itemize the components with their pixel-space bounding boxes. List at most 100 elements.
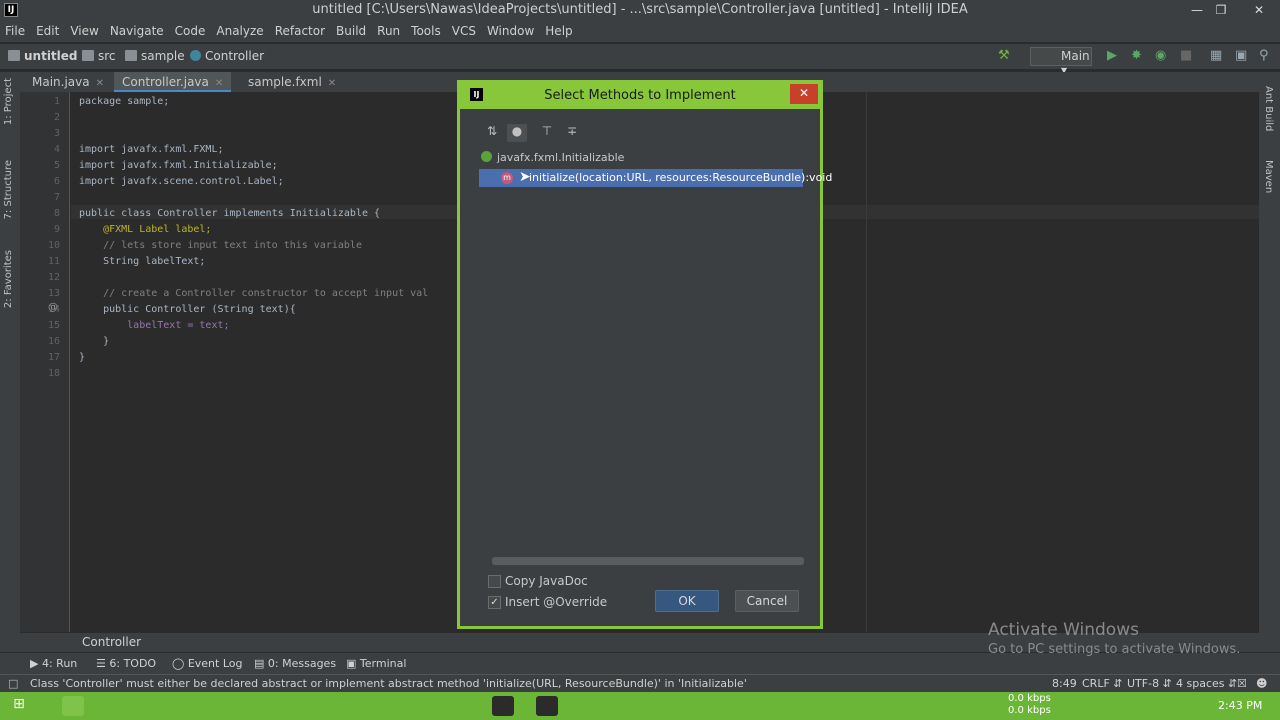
windows-start-icon[interactable]: ⊞ — [8, 696, 30, 716]
dialog-close-button[interactable]: ✕ — [790, 84, 818, 104]
file-encoding[interactable]: UTF-8 ⇵ — [1127, 677, 1172, 690]
taskbar-app-icon[interactable] — [194, 696, 216, 716]
methods-tree[interactable]: javafx.fxml.Initializable m ➤ initialize… — [477, 147, 832, 562]
toggle-tool-windows-icon[interactable]: □ — [8, 677, 18, 690]
expand-all-icon[interactable]: ⊤ — [537, 124, 557, 142]
taskbar-app-icon[interactable] — [450, 696, 472, 716]
breadcrumb-class[interactable]: Controller — [82, 635, 141, 649]
indent-setting[interactable]: 4 spaces ⇵ — [1176, 677, 1237, 690]
insert-override-label[interactable]: Insert @Override — [505, 595, 607, 609]
insert-override-checkbox[interactable]: ✓ — [488, 596, 501, 609]
copy-javadoc-label[interactable]: Copy JavaDoc — [505, 574, 588, 588]
debug-icon[interactable]: ✸ — [1131, 48, 1142, 63]
copy-javadoc-checkbox[interactable] — [488, 575, 501, 588]
mouse-cursor-icon: ➤ — [519, 169, 531, 185]
menu-navigate[interactable]: Navigate — [105, 22, 170, 38]
file-explorer-icon[interactable] — [62, 696, 84, 716]
caret-position[interactable]: 8:49 — [1052, 677, 1077, 690]
intellij-taskbar-icon[interactable] — [492, 696, 514, 716]
folder-icon — [8, 50, 20, 61]
build-hammer-icon[interactable]: ⚒ — [998, 48, 1010, 63]
chrome-icon[interactable] — [236, 696, 258, 716]
menu-edit[interactable]: Edit — [31, 22, 65, 38]
menu-run[interactable]: Run — [372, 22, 406, 38]
cancel-button[interactable]: Cancel — [735, 590, 799, 612]
event-log-icon: ◯ — [172, 657, 185, 670]
tool-window-terminal[interactable]: ▣ Terminal — [346, 657, 406, 670]
activate-windows-watermark: Activate Windows Go to PC settings to ac… — [988, 620, 1240, 657]
code-line: import javafx.fxml.FXML; — [79, 144, 224, 155]
tree-item-method[interactable]: m ➤ initialize(location:URL, resources:R… — [479, 169, 832, 187]
menu-view[interactable]: View — [65, 22, 104, 38]
code-line: package sample; — [79, 96, 170, 107]
taskbar-app-icon[interactable] — [364, 696, 386, 716]
taskbar-app-icon[interactable] — [322, 696, 344, 716]
code-line: // create a Controller constructor to ac… — [79, 288, 429, 299]
line-number: 5 — [53, 160, 60, 171]
crumb-sample[interactable]: sample — [125, 49, 185, 63]
sort-alphabetically-icon[interactable]: ⇅ — [482, 124, 502, 142]
tool-tab-ant-build[interactable]: Ant Build — [1263, 86, 1274, 131]
run-config-select[interactable]: Main ▾ — [1030, 47, 1092, 77]
menu-refactor[interactable]: Refactor — [270, 22, 331, 38]
clock[interactable]: 2:43 PM — [1218, 699, 1262, 712]
tool-window-event-log[interactable]: ◯ Event Log — [172, 657, 242, 670]
search-icon[interactable]: ⚲ — [1259, 48, 1269, 63]
menu-analyze[interactable]: Analyze — [211, 22, 269, 38]
dialog-title: Select Methods to Implement — [544, 88, 736, 103]
override-marker-icon[interactable]: @ — [48, 302, 58, 313]
ok-button[interactable]: OK — [655, 590, 719, 612]
menu-tools[interactable]: Tools — [406, 22, 447, 38]
class-icon — [190, 50, 201, 61]
project-structure-icon[interactable]: ▦ — [1210, 48, 1222, 63]
run-icon[interactable]: ▶ — [1107, 48, 1117, 63]
horizontal-scrollbar[interactable] — [492, 557, 804, 565]
tool-window-todo[interactable]: ☰ 6: TODO — [96, 657, 156, 670]
taskbar-app-icon[interactable] — [150, 696, 172, 716]
window-title: untitled [C:\Users\Nawas\IdeaProjects\un… — [312, 2, 968, 17]
tab-controller-java[interactable]: Controller.java ✕ — [114, 72, 232, 92]
dialog-title-bar[interactable]: IJ Select Methods to Implement ✕ — [460, 83, 820, 109]
crumb-controller[interactable]: Controller — [190, 49, 264, 63]
close-tab-icon[interactable]: ✕ — [215, 78, 223, 89]
crumb-project[interactable]: untitled — [8, 49, 78, 63]
java-app-taskbar-icon[interactable] — [536, 696, 558, 716]
restore-button[interactable]: ❐ — [1209, 0, 1233, 22]
line-separator[interactable]: CRLF ⇵ — [1082, 677, 1123, 690]
stop-icon[interactable]: ■ — [1180, 48, 1192, 63]
right-tool-strip: Ant Build Maven — [1259, 72, 1280, 652]
show-classes-icon[interactable]: ● — [507, 124, 527, 142]
minimize-button[interactable]: — — [1185, 0, 1209, 22]
tool-tab-structure[interactable]: 7: Structure — [3, 160, 14, 219]
tool-window-run[interactable]: ▶ 4: Run — [30, 657, 77, 670]
tree-parent-interface[interactable]: javafx.fxml.Initializable — [481, 151, 624, 164]
taskbar-app-icon[interactable] — [106, 696, 128, 716]
menu-code[interactable]: Code — [170, 22, 212, 38]
sdk-icon[interactable]: ▣ — [1235, 48, 1247, 63]
tool-tab-favorites[interactable]: 2: Favorites — [3, 250, 14, 308]
menu-help[interactable]: Help — [540, 22, 578, 38]
crumb-src[interactable]: src — [82, 49, 116, 63]
collapse-all-icon[interactable]: ∓ — [562, 124, 582, 142]
line-number: 2 — [53, 112, 60, 123]
menu-file[interactable]: File — [0, 22, 31, 38]
menu-build[interactable]: Build — [331, 22, 372, 38]
inspector-icon[interactable]: ☻ — [1256, 677, 1267, 690]
close-window-button[interactable]: ✕ — [1244, 0, 1274, 22]
close-tab-icon[interactable]: ✕ — [328, 78, 336, 89]
tab-main-java[interactable]: Main.java ✕ — [24, 72, 112, 92]
lock-icon[interactable]: ☒ — [1237, 677, 1247, 690]
tool-tab-project[interactable]: 1: Project — [3, 78, 14, 125]
line-number: 6 — [53, 176, 60, 187]
tool-window-messages[interactable]: ▤ 0: Messages — [254, 657, 336, 670]
vlc-icon[interactable] — [408, 696, 430, 716]
net-down: 0.0 kbps — [1008, 705, 1051, 716]
tab-sample-fxml[interactable]: sample.fxml ✕ — [240, 72, 344, 92]
line-number: 8 — [53, 208, 60, 219]
close-tab-icon[interactable]: ✕ — [96, 78, 104, 89]
menu-vcs[interactable]: VCS — [447, 22, 482, 38]
coverage-icon[interactable]: ◉ — [1155, 48, 1166, 63]
taskbar-app-icon[interactable] — [280, 696, 302, 716]
tool-tab-maven[interactable]: Maven — [1263, 160, 1274, 193]
menu-window[interactable]: Window — [482, 22, 540, 38]
